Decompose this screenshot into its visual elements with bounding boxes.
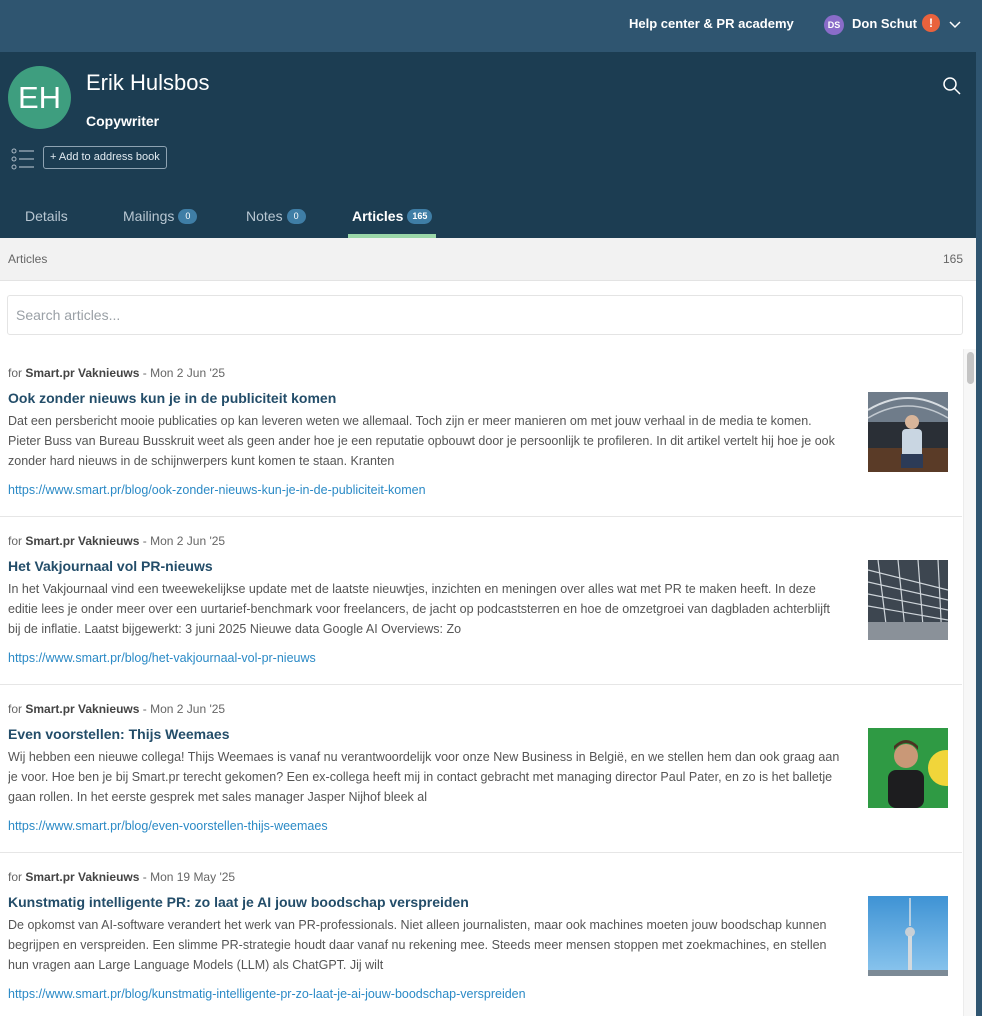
article-meta: for Smart.pr Vaknieuws - Mon 2 Jun '25 bbox=[8, 702, 225, 716]
tab-label: Notes bbox=[246, 208, 283, 224]
tab-count-badge: 0 bbox=[178, 209, 198, 224]
for-label: for bbox=[8, 366, 23, 380]
article-meta: for Smart.pr Vaknieuws - Mon 2 Jun '25 bbox=[8, 534, 225, 548]
article-date: - Mon 2 Jun '25 bbox=[142, 366, 226, 380]
articles-section-header: Articles 165 bbox=[0, 238, 976, 281]
article-meta: for Smart.pr Vaknieuws - Mon 19 May '25 bbox=[8, 870, 235, 884]
tab-mailings[interactable]: Mailings 0 bbox=[123, 200, 198, 238]
alert-badge[interactable]: ! bbox=[922, 14, 940, 32]
article-thumbnail[interactable] bbox=[868, 728, 948, 808]
tab-count-badge: 0 bbox=[286, 209, 306, 224]
window-edge bbox=[976, 52, 982, 1016]
list-item: for Smart.pr Vaknieuws - Mon 2 Jun '25 O… bbox=[0, 349, 962, 517]
article-date: - Mon 2 Jun '25 bbox=[142, 534, 226, 548]
article-url[interactable]: https://www.smart.pr/blog/kunstmatig-int… bbox=[8, 987, 526, 1001]
article-thumbnail[interactable] bbox=[868, 896, 948, 976]
for-label: for bbox=[8, 870, 23, 884]
tab-notes[interactable]: Notes 0 bbox=[246, 200, 306, 238]
list-icon[interactable] bbox=[11, 148, 35, 170]
article-title[interactable]: Kunstmatig intelligente PR: zo laat je A… bbox=[8, 894, 469, 910]
list-item: for Smart.pr Vaknieuws - Mon 2 Jun '25 H… bbox=[0, 517, 962, 685]
article-url[interactable]: https://www.smart.pr/blog/het-vakjournaa… bbox=[8, 651, 316, 665]
contact-header: EH Erik Hulsbos Copywriter + Add to addr… bbox=[0, 52, 976, 238]
contact-name: Erik Hulsbos bbox=[86, 70, 210, 95]
article-outlet: Smart.pr Vaknieuws bbox=[25, 366, 140, 380]
user-name[interactable]: Don Schut bbox=[852, 16, 917, 31]
list-item: for Smart.pr Vaknieuws - Mon 19 May '25 … bbox=[0, 853, 962, 1016]
list-item: for Smart.pr Vaknieuws - Mon 2 Jun '25 E… bbox=[0, 685, 962, 853]
tab-count-badge: 165 bbox=[407, 209, 433, 224]
tab-label: Articles bbox=[352, 208, 404, 224]
contact-role: Copywriter bbox=[86, 113, 160, 129]
tab-details[interactable]: Details bbox=[25, 200, 68, 238]
search-articles-input[interactable] bbox=[7, 295, 963, 335]
article-excerpt: Dat een persbericht mooie publicaties op… bbox=[8, 411, 840, 471]
article-outlet: Smart.pr Vaknieuws bbox=[25, 534, 140, 548]
search-icon[interactable] bbox=[942, 76, 962, 96]
tab-bar: Details Mailings 0 Notes 0 Articles 165 bbox=[0, 200, 976, 238]
tab-label: Mailings bbox=[123, 208, 175, 224]
article-outlet: Smart.pr Vaknieuws bbox=[25, 702, 140, 716]
article-url[interactable]: https://www.smart.pr/blog/ook-zonder-nie… bbox=[8, 483, 426, 497]
scrollbar-thumb[interactable] bbox=[967, 352, 974, 384]
article-title[interactable]: Even voorstellen: Thijs Weemaes bbox=[8, 726, 230, 742]
article-outlet: Smart.pr Vaknieuws bbox=[25, 870, 140, 884]
article-excerpt: In het Vakjournaal vind een tweewekelijk… bbox=[8, 579, 840, 639]
articles-list: for Smart.pr Vaknieuws - Mon 2 Jun '25 O… bbox=[0, 349, 962, 1016]
article-meta: for Smart.pr Vaknieuws - Mon 2 Jun '25 bbox=[8, 366, 225, 380]
add-to-address-book-button[interactable]: + Add to address book bbox=[43, 146, 167, 169]
article-excerpt: Wij hebben een nieuwe collega! Thijs Wee… bbox=[8, 747, 840, 807]
section-count: 165 bbox=[942, 252, 963, 266]
article-url[interactable]: https://www.smart.pr/blog/even-voorstell… bbox=[8, 819, 328, 833]
article-title[interactable]: Het Vakjournaal vol PR-nieuws bbox=[8, 558, 213, 574]
help-center-link[interactable]: Help center & PR academy bbox=[629, 16, 794, 31]
article-thumbnail[interactable] bbox=[868, 560, 948, 640]
contact-avatar: EH bbox=[8, 66, 71, 129]
tab-articles[interactable]: Articles 165 bbox=[348, 200, 437, 238]
chevron-down-icon[interactable] bbox=[948, 17, 962, 31]
tab-label: Details bbox=[25, 208, 68, 224]
article-title[interactable]: Ook zonder nieuws kun je in de publicite… bbox=[8, 390, 336, 406]
section-title: Articles bbox=[8, 252, 48, 266]
article-excerpt: De opkomst van AI-software verandert het… bbox=[8, 915, 840, 975]
article-date: - Mon 2 Jun '25 bbox=[142, 702, 226, 716]
article-date: - Mon 19 May '25 bbox=[142, 870, 236, 884]
article-thumbnail[interactable] bbox=[868, 392, 948, 472]
articles-scrollbar[interactable] bbox=[963, 349, 976, 1016]
user-avatar[interactable]: DS bbox=[824, 15, 844, 35]
for-label: for bbox=[8, 534, 23, 548]
for-label: for bbox=[8, 702, 23, 716]
top-bar: Help center & PR academy DS Don Schut ! bbox=[0, 0, 982, 52]
